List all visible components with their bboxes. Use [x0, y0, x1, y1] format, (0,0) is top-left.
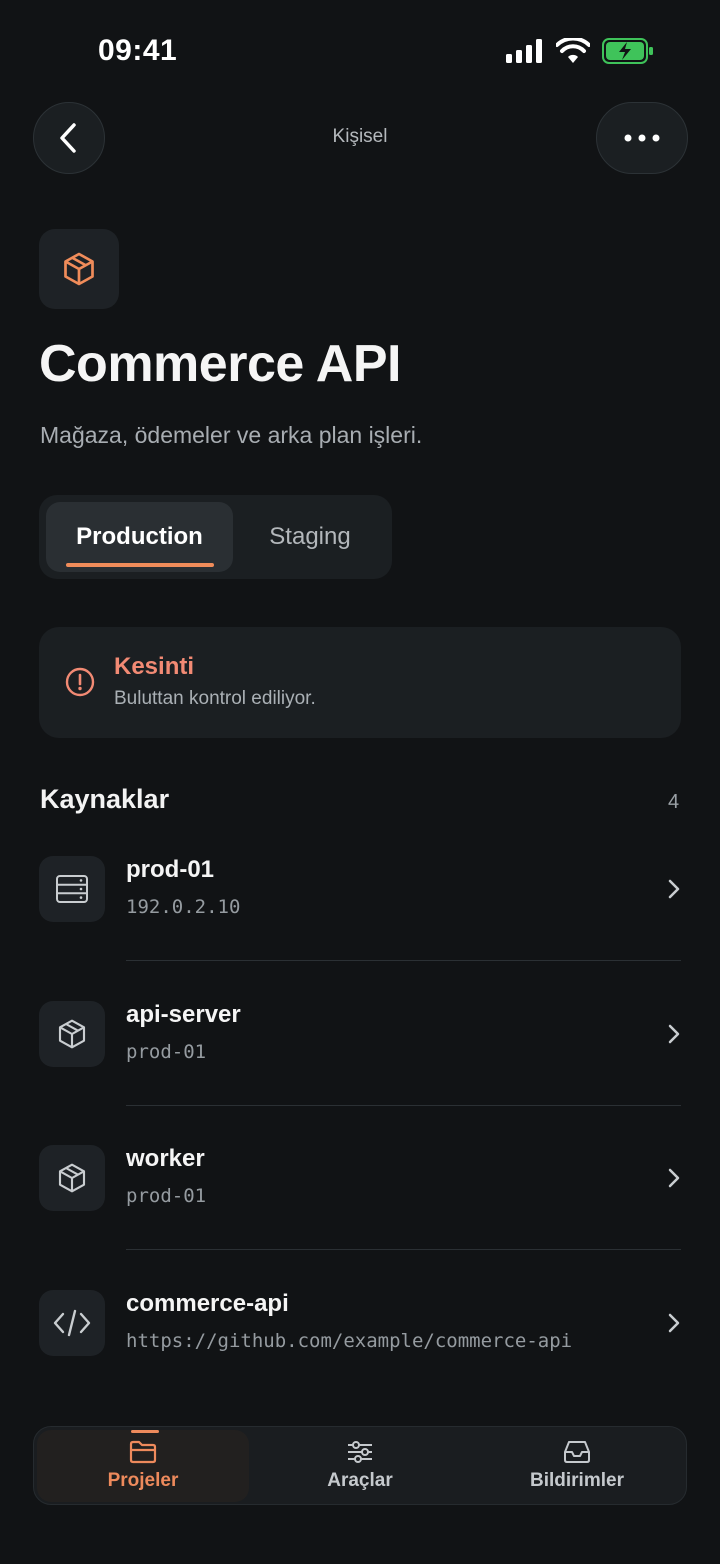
box-icon — [58, 1163, 86, 1193]
divider — [126, 960, 681, 961]
more-icon — [624, 134, 660, 142]
folder-icon — [129, 1440, 157, 1464]
box-icon — [58, 1019, 86, 1049]
status-time: 09:41 — [98, 34, 178, 67]
resource-icon — [39, 1001, 105, 1067]
resource-count: 4 — [668, 791, 680, 813]
project-icon — [39, 229, 119, 309]
chevron-right-icon — [668, 879, 680, 899]
alert-title: Kesinti — [114, 653, 195, 680]
tab-tools[interactable]: Araçlar — [254, 1430, 466, 1502]
resource-name: commerce-api — [126, 1290, 289, 1317]
signal-icon — [506, 39, 542, 63]
resource-detail: prod-01 — [126, 1041, 207, 1063]
tab-notifications[interactable]: Bildirimler — [470, 1430, 684, 1502]
wifi-icon — [556, 38, 590, 63]
resource-icon — [39, 1290, 105, 1356]
chevron-right-icon — [668, 1024, 680, 1044]
resource-icon — [39, 856, 105, 922]
status-bar: 09:41 — [0, 0, 720, 100]
tab-production-label: Production — [76, 523, 203, 550]
outage-alert[interactable]: Kesinti Buluttan kontrol ediliyor. — [39, 627, 681, 738]
alert-circle-icon — [65, 667, 95, 697]
divider — [126, 1249, 681, 1250]
resource-detail: 192.0.2.10 — [126, 896, 241, 918]
alert-subtitle: Buluttan kontrol ediliyor. — [114, 688, 316, 709]
tab-projects[interactable]: Projeler — [37, 1430, 249, 1502]
divider — [126, 1105, 681, 1106]
tab-staging-label: Staging — [269, 523, 351, 550]
resource-icon — [39, 1145, 105, 1211]
resource-name: prod-01 — [126, 856, 215, 883]
resource-detail: prod-01 — [126, 1185, 207, 1207]
list-item[interactable]: worker prod-01 — [39, 1145, 681, 1289]
list-item[interactable]: api-server prod-01 — [39, 1001, 681, 1145]
active-indicator — [66, 563, 214, 567]
sliders-icon — [348, 1441, 372, 1463]
section-title: Kaynaklar — [40, 784, 170, 814]
chevron-right-icon — [668, 1168, 680, 1188]
resource-name: api-server — [126, 1001, 241, 1028]
status-icons — [506, 38, 654, 64]
server-icon — [56, 875, 88, 903]
box-icon — [64, 252, 94, 286]
tab-staging[interactable]: Staging — [235, 502, 385, 572]
project-description: Mağaza, ödemeler ve arka plan işleri. — [40, 422, 423, 448]
list-item[interactable]: prod-01 192.0.2.10 — [39, 856, 681, 1000]
tab-bar: Projeler Araçlar Bildirimler — [33, 1426, 687, 1505]
tab-tools-label: Araçlar — [327, 1470, 393, 1491]
project-title: Commerce API — [39, 335, 402, 393]
resource-detail: https://github.com/example/commerce-api — [126, 1330, 573, 1352]
inbox-icon — [564, 1441, 590, 1463]
more-button[interactable] — [596, 102, 688, 174]
resource-name: worker — [126, 1145, 205, 1172]
active-tab-indicator — [131, 1430, 159, 1433]
code-icon — [53, 1309, 91, 1337]
chevron-right-icon — [668, 1313, 680, 1333]
tab-projects-label: Projeler — [107, 1470, 179, 1491]
environment-switcher: Production Staging — [39, 495, 392, 579]
list-item[interactable]: commerce-api https://github.com/example/… — [39, 1290, 681, 1434]
tab-notifications-label: Bildirimler — [530, 1470, 624, 1491]
tab-production[interactable]: Production — [46, 502, 233, 572]
battery-icon — [602, 38, 653, 64]
